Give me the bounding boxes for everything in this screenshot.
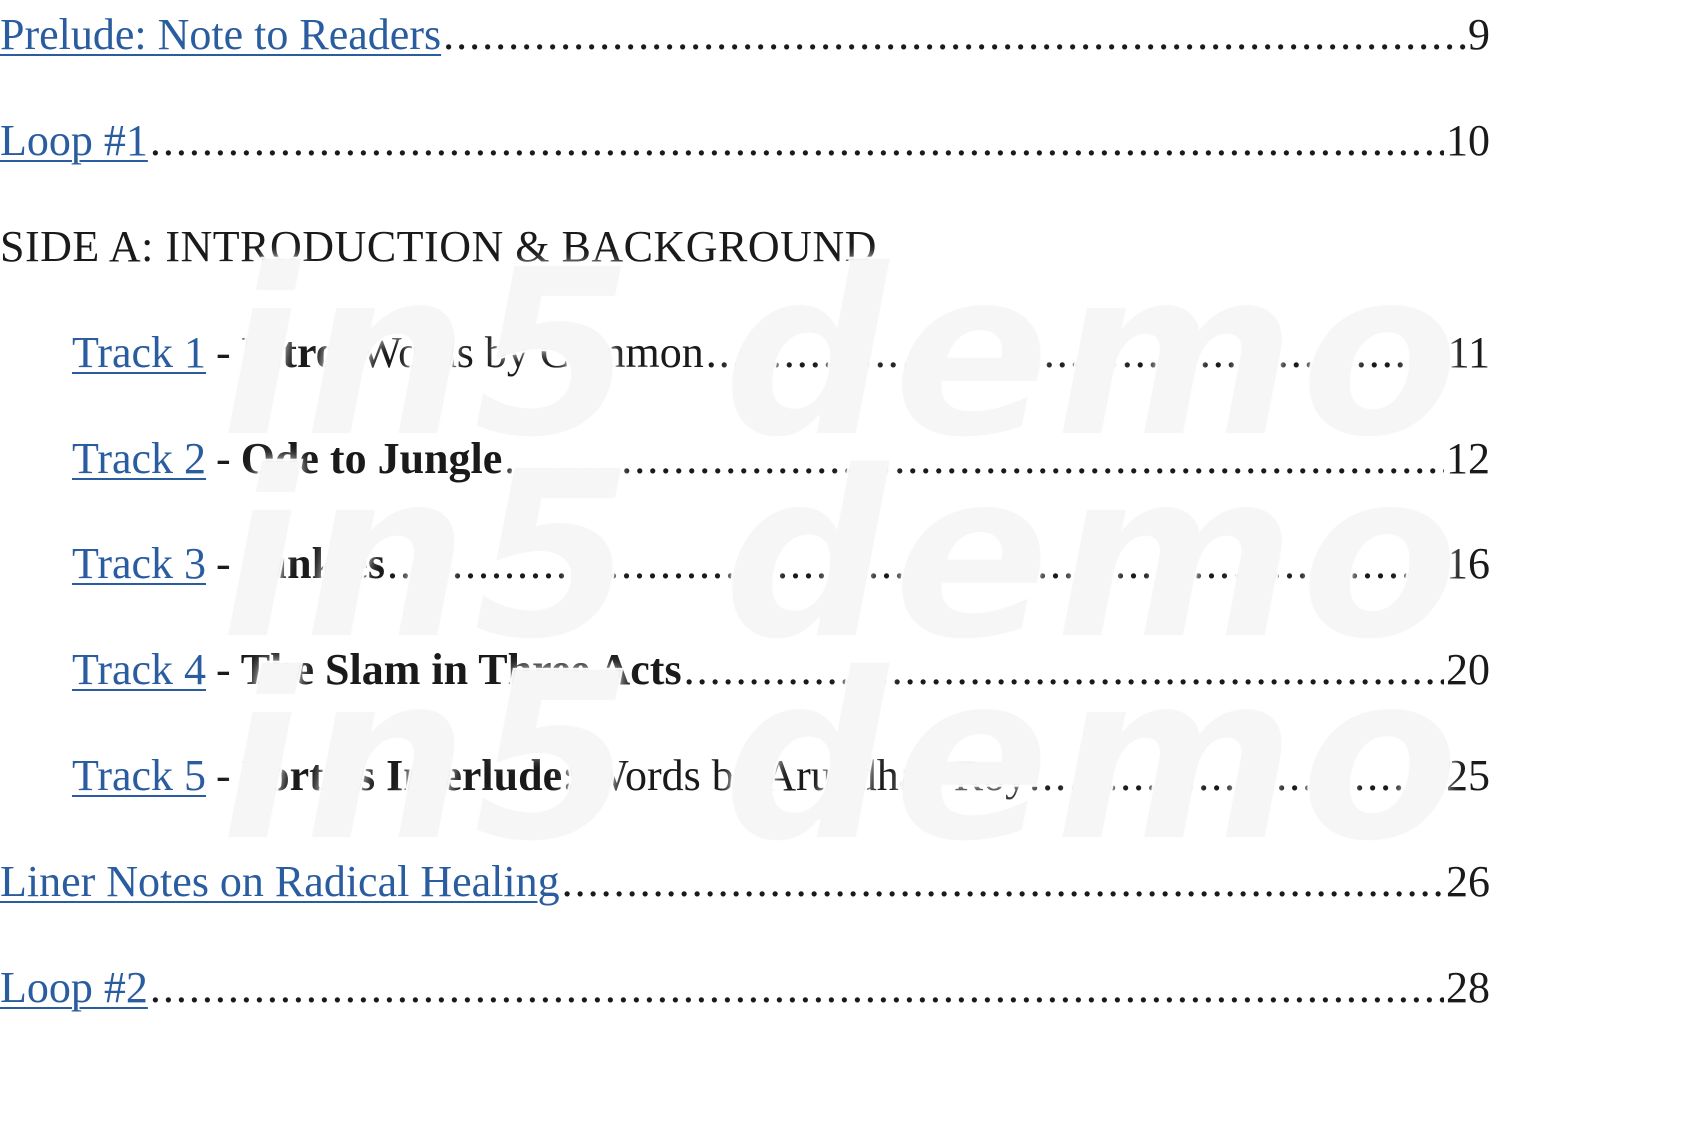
page-number: 25 bbox=[1446, 751, 1490, 800]
separator: - bbox=[216, 645, 231, 694]
link-track-1[interactable]: Track 1 bbox=[72, 323, 206, 383]
page-number: 26 bbox=[1446, 857, 1490, 906]
page-number: 11 bbox=[1447, 328, 1490, 377]
toc-entry-prelude: Prelude: Note to Readers 9 bbox=[0, 5, 1490, 65]
dot-leader bbox=[706, 323, 1446, 383]
toc-entry-liner-notes: Liner Notes on Radical Healing 26 bbox=[0, 852, 1490, 912]
dot-leader bbox=[1029, 746, 1444, 806]
toc-entry-track-2: Track 2 - Ode to Jungle 12 bbox=[0, 429, 1490, 489]
page-number: 10 bbox=[1446, 116, 1490, 165]
link-track-3[interactable]: Track 3 bbox=[72, 534, 206, 594]
dot-leader bbox=[684, 640, 1444, 700]
toc-entry-track-5: Track 5 - Portals Interlude: Words by Ar… bbox=[0, 746, 1490, 806]
toc-entry-loop-1: Loop #1 10 bbox=[0, 111, 1490, 171]
dot-leader bbox=[504, 429, 1444, 489]
dot-leader bbox=[562, 852, 1444, 912]
track-title: Portals Interlude: bbox=[240, 751, 577, 800]
dot-leader bbox=[150, 958, 1444, 1018]
link-prelude[interactable]: Prelude: Note to Readers bbox=[0, 5, 441, 65]
separator: - bbox=[216, 434, 231, 483]
track-subtitle: Words by Arundhati Roy bbox=[576, 751, 1028, 800]
link-liner-notes[interactable]: Liner Notes on Radical Healing bbox=[0, 852, 560, 912]
section-heading-side-a: SIDE A: INTRODUCTION & BACKGROUND bbox=[0, 222, 877, 271]
track-title: Intro bbox=[240, 328, 338, 377]
link-track-5[interactable]: Track 5 bbox=[72, 746, 206, 806]
separator: - bbox=[216, 751, 231, 800]
toc-entry-loop-2: Loop #2 28 bbox=[0, 958, 1490, 1018]
toc-entry-track-4: Track 4 - The Slam in Three Acts 20 bbox=[0, 640, 1490, 700]
page-number: 28 bbox=[1446, 963, 1490, 1012]
separator: - bbox=[216, 539, 231, 588]
dot-leader bbox=[150, 111, 1444, 171]
track-subtitle: : Words by Common bbox=[337, 328, 704, 377]
separator: - bbox=[216, 328, 231, 377]
link-track-4[interactable]: Track 4 bbox=[72, 640, 206, 700]
link-track-2[interactable]: Track 2 bbox=[72, 429, 206, 489]
toc-entry-track-3: Track 3 - Junkies 16 bbox=[0, 534, 1490, 594]
track-title: The Slam in Three Acts bbox=[240, 645, 682, 694]
page-number: 12 bbox=[1446, 434, 1490, 483]
page-number: 16 bbox=[1446, 539, 1490, 588]
page-number: 9 bbox=[1468, 10, 1490, 59]
toc-entry-track-1: Track 1 - Intro : Words by Common 11 bbox=[0, 323, 1490, 383]
page-number: 20 bbox=[1446, 645, 1490, 694]
dot-leader bbox=[443, 5, 1466, 65]
track-title: Ode to Jungle bbox=[240, 434, 503, 483]
dot-leader bbox=[387, 534, 1444, 594]
track-title: Junkies bbox=[240, 539, 385, 588]
link-loop-1[interactable]: Loop #1 bbox=[0, 111, 148, 171]
link-loop-2[interactable]: Loop #2 bbox=[0, 958, 148, 1018]
